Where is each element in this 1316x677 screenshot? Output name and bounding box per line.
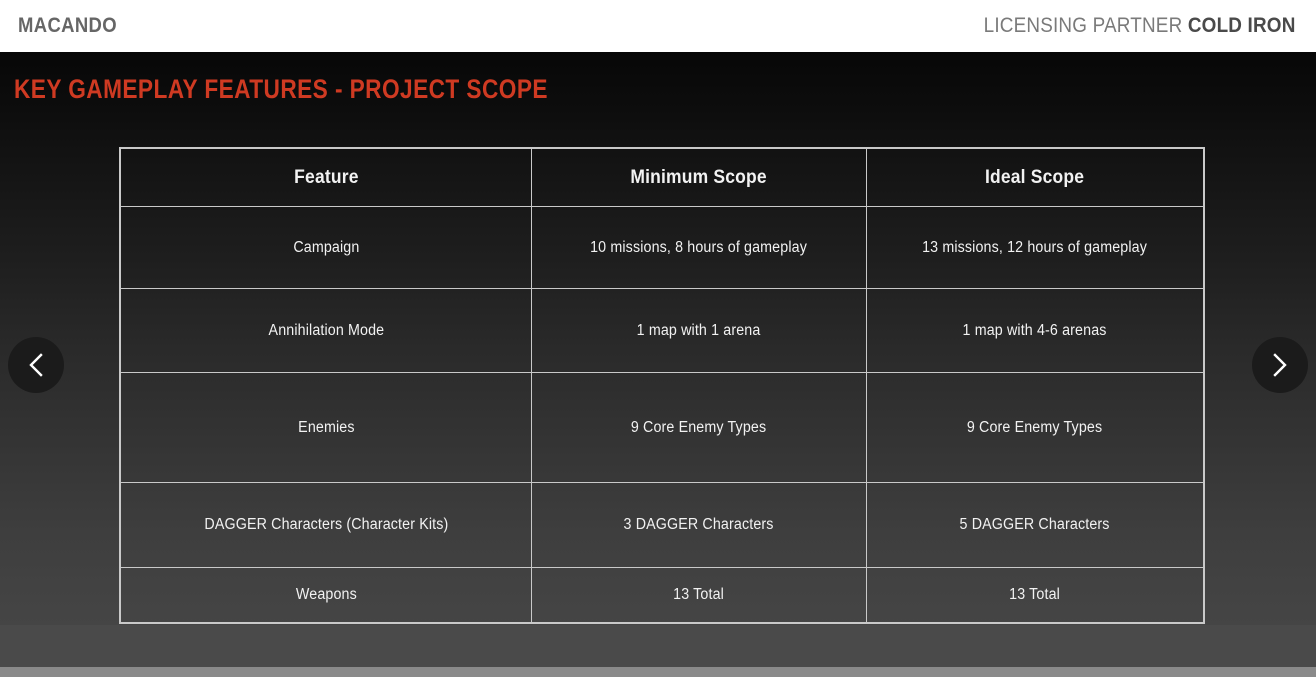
column-header-feature: Feature bbox=[136, 148, 516, 207]
cell-minimum: 9 Core Enemy Types bbox=[544, 372, 854, 483]
cell-minimum: 1 map with 1 arena bbox=[544, 288, 854, 373]
slide-panel: KEY GAMEPLAY FEATURES - PROJECT SCOPE Fe… bbox=[0, 52, 1316, 625]
slide-title: KEY GAMEPLAY FEATURES - PROJECT SCOPE bbox=[14, 74, 548, 104]
table-row: Enemies 9 Core Enemy Types 9 Core Enemy … bbox=[121, 372, 1204, 483]
cell-ideal: 1 map with 4-6 arenas bbox=[879, 288, 1191, 373]
table-row: Annihilation Mode 1 map with 1 arena 1 m… bbox=[121, 288, 1204, 373]
column-header-minimum-scope: Minimum Scope bbox=[544, 148, 854, 207]
cell-feature: Campaign bbox=[136, 206, 516, 289]
column-header-ideal-scope: Ideal Scope bbox=[879, 148, 1191, 207]
carousel-next-button[interactable] bbox=[1252, 337, 1308, 393]
table-header-row: Feature Minimum Scope Ideal Scope bbox=[121, 148, 1204, 207]
chevron-right-icon bbox=[1273, 353, 1287, 377]
table-row: Campaign 10 missions, 8 hours of gamepla… bbox=[121, 206, 1204, 289]
chevron-left-icon bbox=[29, 353, 43, 377]
licensing-partner-prefix: LICENSING PARTNER bbox=[984, 14, 1183, 37]
licensing-partner: LICENSING PARTNER COLD IRON bbox=[984, 14, 1296, 38]
cell-minimum: 13 Total bbox=[544, 567, 854, 623]
cell-ideal: 13 Total bbox=[879, 567, 1191, 623]
footer-bottom-edge bbox=[0, 667, 1316, 677]
cell-ideal: 5 DAGGER Characters bbox=[879, 482, 1191, 568]
cell-ideal: 9 Core Enemy Types bbox=[879, 372, 1191, 483]
top-header-bar: MACANDO LICENSING PARTNER COLD IRON bbox=[0, 0, 1316, 52]
scope-table: Feature Minimum Scope Ideal Scope Campai… bbox=[119, 147, 1205, 624]
cell-minimum: 3 DAGGER Characters bbox=[544, 482, 854, 568]
cell-feature: Annihilation Mode bbox=[136, 288, 516, 373]
cell-feature: Weapons bbox=[136, 567, 516, 623]
cell-ideal: 13 missions, 12 hours of gameplay bbox=[879, 206, 1191, 289]
cell-feature: DAGGER Characters (Character Kits) bbox=[136, 482, 516, 568]
cell-minimum: 10 missions, 8 hours of gameplay bbox=[544, 206, 854, 289]
table-row: DAGGER Characters (Character Kits) 3 DAG… bbox=[121, 482, 1204, 568]
brand-logo: MACANDO bbox=[18, 14, 117, 37]
licensing-partner-name: COLD IRON bbox=[1188, 14, 1296, 37]
carousel-prev-button[interactable] bbox=[8, 337, 64, 393]
table-row: Weapons 13 Total 13 Total bbox=[121, 567, 1204, 623]
cell-feature: Enemies bbox=[136, 372, 516, 483]
